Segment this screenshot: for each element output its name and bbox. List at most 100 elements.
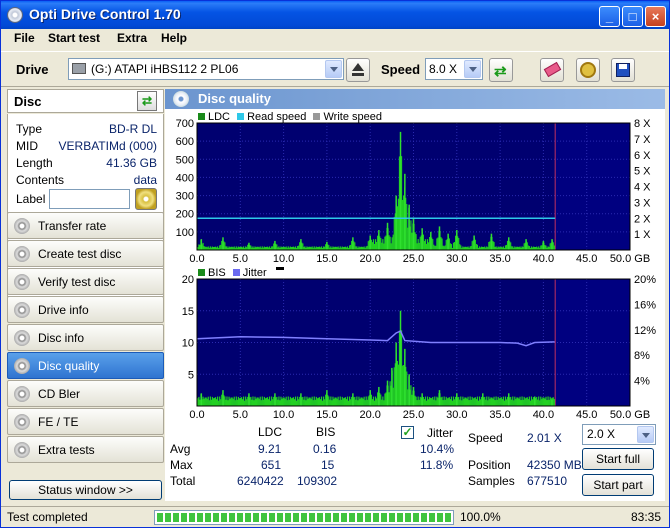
x-tick-label: 30.0: [446, 409, 467, 421]
x-tick-label: 45.0: [576, 253, 597, 265]
save-icon-label: [619, 64, 627, 69]
y2-tick-label: 3 X: [634, 197, 651, 209]
total-ldc: 6240422: [237, 474, 284, 488]
disc-label-input[interactable]: [49, 189, 130, 209]
refresh-icon: ⇄: [494, 63, 507, 80]
x-tick-label: 35.0: [489, 253, 510, 265]
app-disc-icon: [7, 7, 23, 23]
position-value: 42350 MB: [527, 458, 582, 472]
speed-select[interactable]: 8.0 X: [425, 58, 483, 80]
y2-tick-label: 8%: [634, 350, 650, 362]
refresh-speed-button[interactable]: ⇄: [489, 58, 513, 82]
nav-label: FE / TE: [38, 415, 79, 429]
y-tick-label: 700: [176, 118, 194, 130]
nav-verify-test-disc[interactable]: Verify test disc: [7, 268, 164, 295]
start-part-button[interactable]: Start part: [582, 474, 654, 496]
nav-disc-info[interactable]: Disc info: [7, 324, 164, 351]
panel-header: Disc quality: [165, 89, 665, 109]
y-tick-label: 15: [182, 306, 194, 318]
samples-label: Samples: [468, 474, 515, 488]
y2-tick-label: 12%: [634, 325, 656, 337]
x-tick-label: 15.0: [316, 253, 337, 265]
col-ldc-header: LDC: [258, 425, 283, 439]
window-title: Opti Drive Control 1.70: [29, 6, 181, 22]
maximize-button[interactable]: □: [622, 6, 643, 27]
nav-extra-tests[interactable]: Extra tests: [7, 436, 164, 463]
avg-label: Avg: [170, 442, 191, 456]
disc-icon: [14, 302, 30, 318]
disc-contents-label: Contents: [16, 173, 65, 187]
y-tick-label: 100: [176, 227, 194, 239]
erase-button[interactable]: [540, 58, 564, 82]
minimize-button[interactable]: _: [599, 6, 620, 27]
x-tick-label: 5.0: [233, 253, 248, 265]
max-bis: 15: [321, 458, 335, 472]
start-full-button[interactable]: Start full: [582, 448, 654, 470]
nav-transfer-rate[interactable]: Transfer rate: [7, 212, 164, 239]
drive-toolbar: Drive (G:) ATAPI iHBS112 2 PL06 Speed 8.…: [1, 51, 669, 87]
menu-extra[interactable]: Extra: [117, 31, 147, 45]
y2-tick-label: 16%: [634, 299, 656, 311]
eject-bar: [352, 73, 364, 76]
test-speed-select[interactable]: 2.0 X: [582, 424, 656, 445]
disc-label-label: Label: [16, 192, 46, 206]
save-button[interactable]: [611, 58, 635, 82]
disc-label-disc-icon[interactable]: [135, 188, 157, 210]
chevron-down-icon[interactable]: [464, 60, 481, 78]
nav-create-test-disc[interactable]: Create test disc: [7, 240, 164, 267]
status-window-button[interactable]: Status window >>: [9, 480, 162, 500]
disc-icon: [14, 246, 30, 262]
y-tick-label: 20: [182, 274, 194, 286]
x-tick-label: 50.0 GB: [610, 409, 650, 421]
disc-refresh-button[interactable]: ⇄: [137, 91, 157, 111]
nav-disc-quality[interactable]: Disc quality: [7, 352, 164, 379]
x-tick-label: 15.0: [316, 409, 337, 421]
y-tick-label: 300: [176, 191, 194, 203]
nav-label: Create test disc: [38, 247, 122, 261]
test-speed-value: 2.0 X: [587, 427, 616, 441]
disc-icon: [14, 274, 30, 290]
chevron-down-icon[interactable]: [637, 426, 654, 443]
drive-value: (G:) ATAPI iHBS112 2 PL06: [91, 62, 239, 76]
jitter-checkbox[interactable]: ✓: [401, 426, 414, 439]
total-bis: 109302: [297, 474, 338, 488]
speed-stat-value: 2.01 X: [527, 431, 562, 445]
progress-bar: [154, 510, 454, 525]
settings-button[interactable]: [576, 58, 600, 82]
drive-select[interactable]: (G:) ATAPI iHBS112 2 PL06: [68, 58, 344, 80]
title-bar[interactable]: Opti Drive Control 1.70 _ □ ×: [1, 1, 669, 29]
x-tick-label: 20.0: [359, 409, 380, 421]
panel-title: Disc quality: [198, 91, 271, 106]
menu-help[interactable]: Help: [161, 31, 187, 45]
close-button[interactable]: ×: [645, 6, 666, 27]
jitter-label: Jitter: [427, 426, 454, 440]
nav-label: Verify test disc: [38, 275, 116, 289]
stats-panel: LDC BIS Avg 9.21 0.16 Max 651 15 Total 6…: [165, 421, 665, 501]
avg-ldc: 9.21: [258, 442, 282, 456]
progress-text: 100.0%: [460, 510, 501, 524]
eject-button[interactable]: [346, 58, 370, 82]
menu-file[interactable]: File: [14, 31, 35, 45]
status-bar: Test completed 100.0% 83:35: [1, 506, 669, 527]
x-tick-label: 0.0: [189, 253, 204, 265]
disc-mid-value: VERBATIMd (000): [58, 139, 157, 153]
nav-drive-info[interactable]: Drive info: [7, 296, 164, 323]
bis-chart: 0.0 5.0 10.0 15.0 20.0 25.0 30.0 35.0 40.0 45.0 50…: [182, 274, 656, 421]
nav-cd-bler[interactable]: CD Bler: [7, 380, 164, 407]
y-tick-label: 5: [188, 369, 194, 381]
nav-label: CD Bler: [38, 387, 81, 401]
x-tick-label: 50.0 GB: [610, 253, 650, 265]
gear-icon: [580, 62, 596, 78]
y-tick-label: 400: [176, 172, 194, 184]
menu-start-test[interactable]: Start test: [48, 31, 100, 45]
chevron-down-icon[interactable]: [325, 60, 342, 78]
nav-label: Transfer rate: [38, 219, 107, 233]
max-ldc: 651: [261, 458, 282, 472]
disc-data-region: [197, 123, 556, 250]
disc-type-label: Type: [16, 122, 43, 136]
x-tick-label: 40.0: [533, 409, 554, 421]
drive-icon: [72, 63, 86, 74]
total-label: Total: [170, 474, 196, 488]
disc-icon: [14, 330, 30, 346]
nav-fe-te[interactable]: FE / TE: [7, 408, 164, 435]
